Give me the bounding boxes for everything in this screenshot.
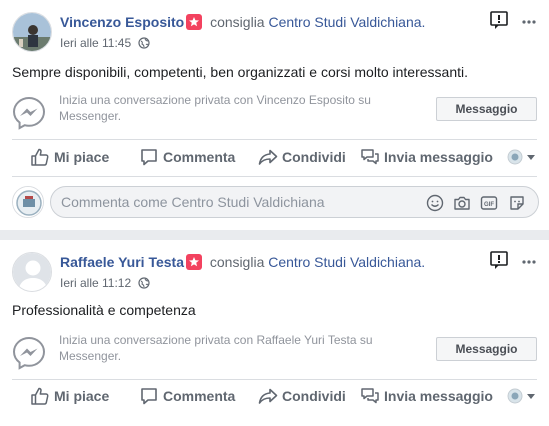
post-meta: Ieri alle 11:45	[60, 36, 150, 52]
globe-icon	[137, 37, 150, 52]
like-label: Mi piace	[54, 149, 110, 165]
author-avatar[interactable]	[12, 252, 52, 292]
recommend-text: consiglia	[209, 254, 265, 270]
author-name[interactable]: Vincenzo Esposito	[60, 14, 184, 30]
messenger-icon	[12, 336, 46, 370]
report-flag-icon[interactable]	[489, 250, 509, 270]
post-text: Sempre disponibili, competenti, ben orga…	[12, 64, 469, 80]
divider	[12, 139, 537, 140]
send-label: Invia messaggio	[384, 149, 493, 165]
divider	[12, 176, 537, 177]
post-timestamp[interactable]: Ieri alle 11:45	[60, 36, 131, 50]
emoji-icon[interactable]	[426, 194, 444, 212]
like-label: Mi piace	[54, 388, 110, 404]
post-header: Raffaele Yuri Testa consiglia Centro Stu…	[12, 250, 537, 292]
author-avatar[interactable]	[12, 12, 52, 52]
gif-icon[interactable]: GIF	[480, 194, 498, 212]
send-label: Invia messaggio	[384, 388, 493, 404]
post-text: Professionalità e competenza	[12, 302, 196, 318]
page-link[interactable]: Centro Studi Valdichiana.	[268, 14, 425, 30]
comment-label: Comment​a	[163, 388, 236, 404]
camera-icon[interactable]	[453, 194, 471, 212]
post-header: Vincenzo Esposito consiglia Centro Studi…	[12, 10, 537, 52]
post-actions: Mi piace Comment​a Condividi Invia messa…	[12, 141, 537, 173]
review-post: Raffaele Yuri Testa consiglia Centro Stu…	[0, 240, 549, 426]
comment-label: Comment​a	[163, 149, 236, 165]
sticker-icon[interactable]	[508, 194, 526, 212]
share-label: Condividi	[282, 388, 346, 404]
svg-text:GIF: GIF	[484, 202, 494, 208]
post-actions: Mi piace Comment​a Condividi Invia messa…	[12, 380, 537, 412]
globe-icon	[137, 277, 150, 292]
messenger-icon	[12, 96, 46, 130]
messenger-prompt: Inizia una conversazione privata con Raf…	[12, 332, 537, 376]
messenger-text: Inizia una conversazione privata con Vin…	[59, 93, 371, 123]
post-title-line: Vincenzo Esposito consiglia Centro Studi…	[60, 14, 425, 30]
message-button[interactable]: Messaggio	[436, 337, 537, 361]
recommend-text: consiglia	[210, 14, 265, 30]
comment-box: GIF	[50, 186, 539, 218]
post-timestamp[interactable]: Ieri alle 11:12	[60, 276, 131, 290]
more-options-icon[interactable]	[521, 14, 537, 30]
comment-input[interactable]	[61, 193, 401, 211]
messenger-text: Inizia una conversazione privata con Raf…	[59, 333, 373, 363]
messenger-prompt: Inizia una conversazione privata con Vin…	[12, 92, 537, 136]
more-options-icon[interactable]	[521, 254, 537, 270]
comment-composer: GIF	[12, 186, 539, 218]
review-post: Vincenzo Esposito consiglia Centro Studi…	[0, 0, 549, 230]
share-label: Condividi	[282, 149, 346, 165]
reaction-selector[interactable]	[507, 149, 537, 165]
author-name[interactable]: Raffaele Yuri Testa	[60, 254, 184, 270]
recommend-icon	[185, 254, 202, 270]
page-link[interactable]: Centro Studi Valdichiana.	[268, 254, 425, 270]
page-avatar	[12, 186, 44, 218]
reaction-selector[interactable]	[507, 388, 537, 404]
post-meta: Ieri alle 11:12	[60, 276, 150, 292]
recommend-icon	[186, 14, 203, 30]
post-title-line: Raffaele Yuri Testa consiglia Centro Stu…	[60, 254, 425, 270]
report-flag-icon[interactable]	[489, 10, 509, 30]
message-button[interactable]: Messaggio	[436, 97, 537, 121]
